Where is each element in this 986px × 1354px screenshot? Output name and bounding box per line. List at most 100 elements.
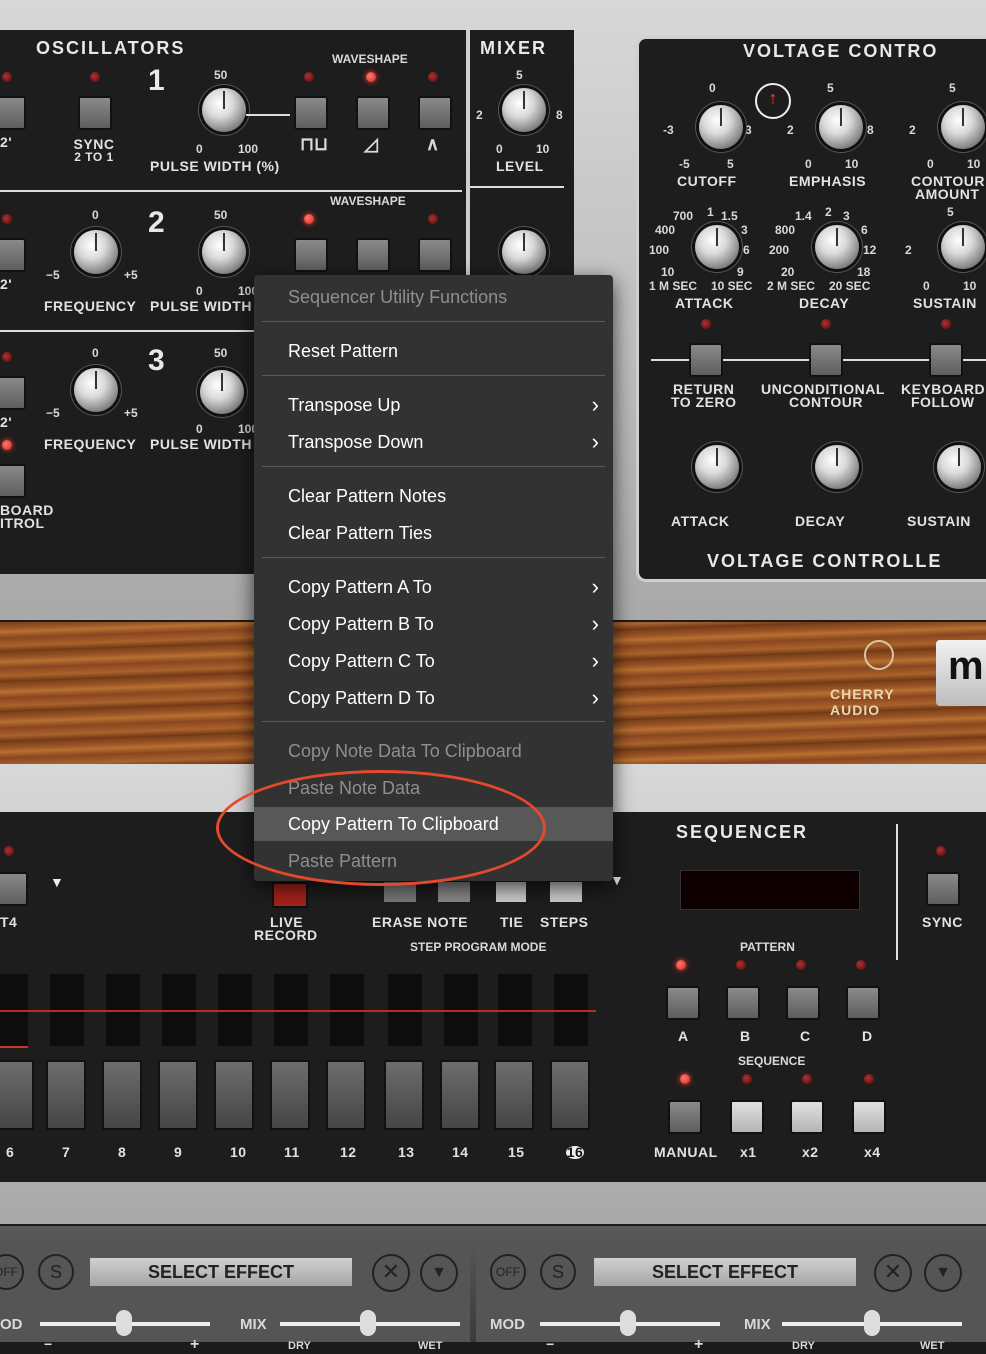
pattern-d-button[interactable]: [846, 986, 880, 1020]
off-button[interactable]: OFF: [0, 1254, 24, 1290]
menu-item-label: Copy Pattern A To: [288, 577, 432, 597]
t4-button[interactable]: [0, 872, 28, 906]
attack-knob[interactable]: [695, 225, 739, 269]
waveshape-triangle-button[interactable]: [418, 96, 452, 130]
expand-button[interactable]: ▼: [420, 1254, 458, 1292]
sustain-knob[interactable]: [941, 225, 985, 269]
step-button[interactable]: [550, 1060, 590, 1130]
mod-slider-handle[interactable]: [620, 1310, 636, 1336]
live-record-button[interactable]: [272, 882, 308, 908]
decay-label: DECAY: [799, 295, 850, 311]
keyboard-control-button[interactable]: [0, 464, 26, 498]
step-button[interactable]: [46, 1060, 86, 1130]
remove-effect-button[interactable]: ✕: [372, 1254, 410, 1292]
mod-minus: −: [546, 1336, 555, 1352]
menu-item-reset-pattern[interactable]: Reset Pattern: [254, 334, 613, 368]
menu-item-copy-pattern-c[interactable]: Copy Pattern C To ›: [254, 644, 613, 678]
waveshape-pulse-button[interactable]: [294, 96, 328, 130]
emphasis-knob[interactable]: [819, 105, 863, 149]
attack-knob[interactable]: [695, 445, 739, 489]
attack-r2: 6: [743, 243, 750, 257]
menu-item-clear-pattern-ties[interactable]: Clear Pattern Ties: [254, 516, 613, 550]
cutoff-knob[interactable]: [699, 105, 743, 149]
select-effect-dropdown[interactable]: SELECT EFFECT: [90, 1258, 352, 1286]
mixer-top: 5: [516, 68, 523, 82]
sustain-min: 0: [923, 279, 930, 293]
x2-button[interactable]: [790, 1100, 824, 1134]
pulse-wave-icon: ⊓⊔: [300, 134, 329, 154]
range-button[interactable]: [0, 238, 26, 272]
range-button[interactable]: [0, 96, 26, 130]
sync-button[interactable]: [78, 96, 112, 130]
off-button[interactable]: OFF: [490, 1254, 526, 1290]
menu-item-copy-pattern-d[interactable]: Copy Pattern D To ›: [254, 681, 613, 715]
freq-top: 0: [92, 208, 99, 222]
menu-item-transpose-down[interactable]: Transpose Down ›: [254, 425, 613, 459]
decay-knob[interactable]: [815, 445, 859, 489]
frequency-knob[interactable]: [74, 230, 118, 274]
step-button[interactable]: [384, 1060, 424, 1130]
menu-item-copy-pattern-b[interactable]: Copy Pattern B To ›: [254, 607, 613, 641]
pattern-b-button[interactable]: [726, 986, 760, 1020]
solo-button[interactable]: S: [540, 1254, 576, 1290]
mix-slider-handle[interactable]: [864, 1310, 880, 1336]
step-button[interactable]: [0, 1060, 34, 1130]
remove-effect-button[interactable]: ✕: [874, 1254, 912, 1292]
led: [2, 214, 12, 224]
pulse-width-knob[interactable]: [200, 370, 244, 414]
menu-item-copy-pattern-a[interactable]: Copy Pattern A To ›: [254, 570, 613, 604]
level-knob[interactable]: [502, 88, 546, 132]
decay2-label: DECAY: [795, 513, 846, 529]
pattern-c-button[interactable]: [786, 986, 820, 1020]
solo-button[interactable]: S: [38, 1254, 74, 1290]
pulse-width-knob[interactable]: [202, 230, 246, 274]
x1-button[interactable]: [730, 1100, 764, 1134]
range-label: 2': [0, 414, 13, 430]
step-button[interactable]: [270, 1060, 310, 1130]
sync-button[interactable]: [926, 872, 960, 906]
unconditional-contour-button[interactable]: [809, 343, 843, 377]
led: [304, 72, 314, 82]
expand-button[interactable]: ▼: [924, 1254, 962, 1292]
steps-button[interactable]: [550, 882, 582, 902]
sustain-knob[interactable]: [937, 445, 981, 489]
step-button[interactable]: [494, 1060, 534, 1130]
keyboard-follow-button[interactable]: [929, 343, 963, 377]
mix-slider-handle[interactable]: [360, 1310, 376, 1336]
x1-label: x1: [740, 1144, 757, 1160]
menu-item-transpose-up[interactable]: Transpose Up ›: [254, 388, 613, 422]
waveshape-saw-button[interactable]: [356, 96, 390, 130]
step-button[interactable]: [214, 1060, 254, 1130]
led: [304, 214, 314, 224]
waveshape-button[interactable]: [418, 238, 452, 272]
manual-button[interactable]: [668, 1100, 702, 1134]
waveshape-button[interactable]: [356, 238, 390, 272]
mixer-min: 0: [496, 142, 503, 156]
step-button[interactable]: [440, 1060, 480, 1130]
select-effect-dropdown[interactable]: SELECT EFFECT: [594, 1258, 856, 1286]
menu-item-clear-pattern-notes[interactable]: Clear Pattern Notes: [254, 479, 613, 513]
x4-button[interactable]: [852, 1100, 886, 1134]
mod-slider-handle[interactable]: [116, 1310, 132, 1336]
decay-knob[interactable]: [815, 225, 859, 269]
triangle-icon: ▼: [50, 874, 64, 890]
step-button[interactable]: [158, 1060, 198, 1130]
range-button[interactable]: [0, 376, 26, 410]
tie-button[interactable]: [496, 882, 526, 902]
pulse-width-label: PULSE WIDTH (%): [150, 158, 280, 174]
waveshape-button[interactable]: [294, 238, 328, 272]
contour-amount-knob[interactable]: [941, 105, 985, 149]
pattern-c-label: C: [800, 1028, 811, 1044]
freq-top: 0: [92, 346, 99, 360]
pattern-a-button[interactable]: [666, 986, 700, 1020]
step-button[interactable]: [326, 1060, 366, 1130]
steps-label: STEPS: [540, 914, 589, 930]
decay-r3: 18: [857, 265, 871, 279]
step-button[interactable]: [102, 1060, 142, 1130]
frequency-knob[interactable]: [74, 368, 118, 412]
erase-note-button-2[interactable]: [438, 882, 470, 902]
menu-item-copy-note-data[interactable]: Copy Note Data To Clipboard: [254, 734, 613, 768]
pulse-width-knob[interactable]: [202, 88, 246, 132]
return-to-zero-button[interactable]: [689, 343, 723, 377]
level-knob[interactable]: [502, 230, 546, 274]
